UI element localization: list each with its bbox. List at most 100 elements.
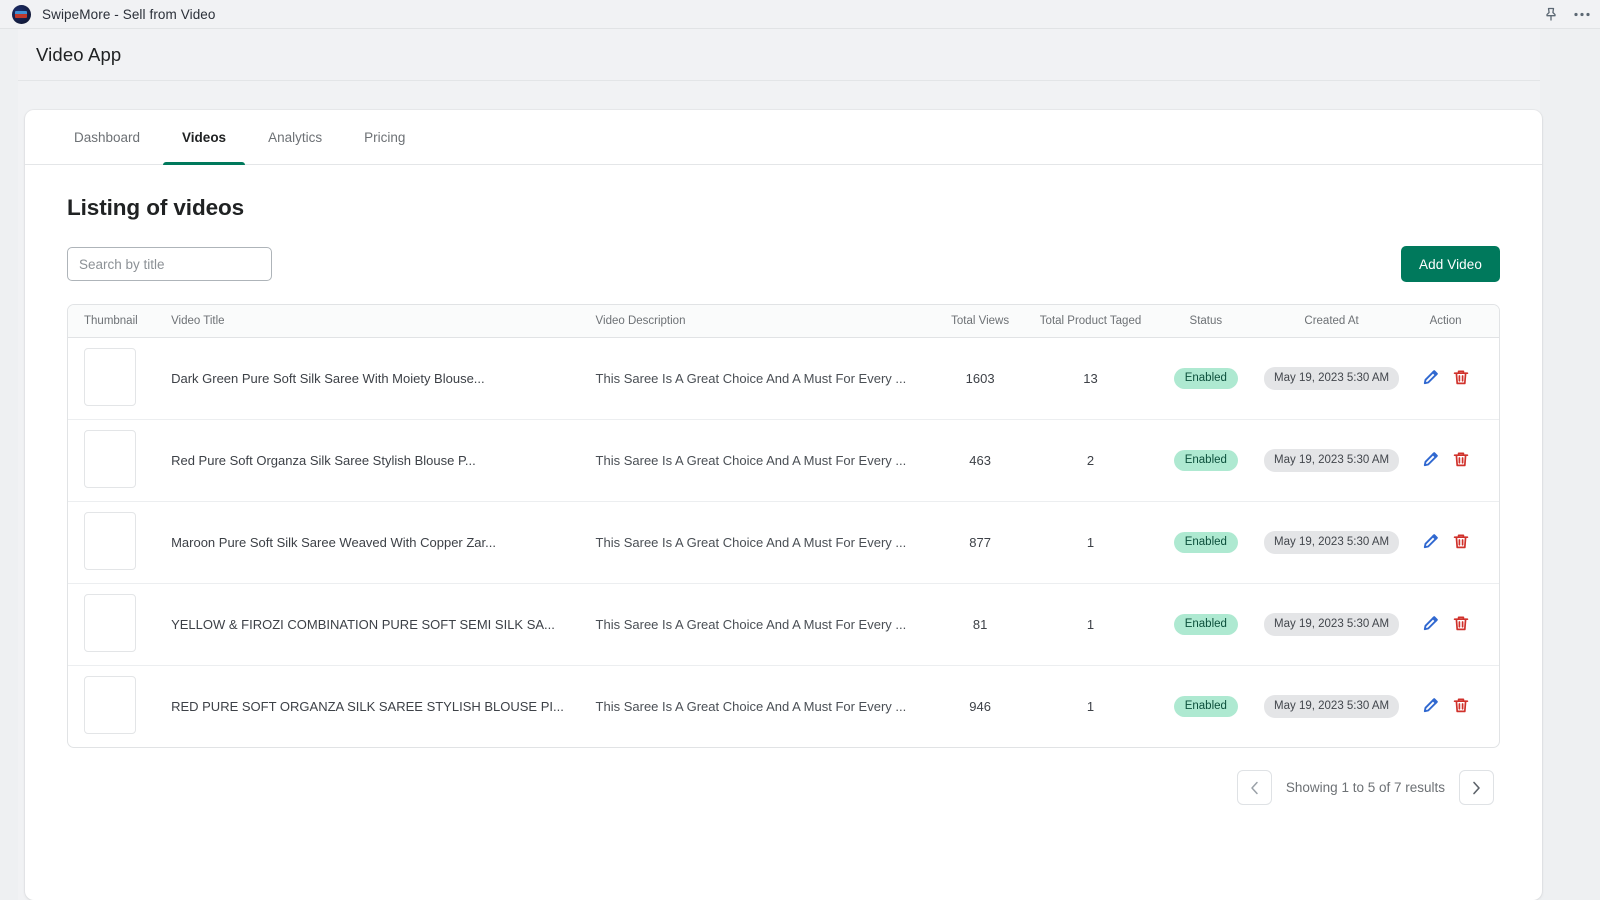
- created-at-badge: May 19, 2023 5:30 AM: [1264, 531, 1400, 554]
- video-title-text: Red Pure Soft Organza Silk Saree Stylish…: [171, 453, 476, 468]
- video-title-text: Dark Green Pure Soft Silk Saree With Moi…: [171, 371, 485, 386]
- pin-icon[interactable]: [1544, 7, 1558, 22]
- created-at-badge: May 19, 2023 5:30 AM: [1264, 449, 1400, 472]
- cell-video-description: This Saree Is A Great Choice And A Must …: [596, 584, 934, 666]
- pencil-icon[interactable]: [1422, 451, 1439, 468]
- cell-action: [1406, 666, 1499, 748]
- tab-pricing[interactable]: Pricing: [345, 110, 424, 164]
- cell-thumbnail: [68, 666, 166, 748]
- tab-analytics[interactable]: Analytics: [249, 110, 341, 164]
- window-title: SwipeMore - Sell from Video: [42, 6, 216, 22]
- column-header-status: Status: [1154, 305, 1258, 338]
- table-row[interactable]: Dark Green Pure Soft Silk Saree With Moi…: [68, 338, 1499, 420]
- created-at-badge: May 19, 2023 5:30 AM: [1264, 613, 1400, 636]
- card-body: Listing of videos Add Video Thumbnail Vi…: [25, 165, 1542, 805]
- trash-icon[interactable]: [1453, 369, 1469, 386]
- browser-app-bar: SwipeMore - Sell from Video: [0, 0, 1600, 29]
- cell-thumbnail: [68, 338, 166, 420]
- video-description-text: This Saree Is A Great Choice And A Must …: [595, 617, 907, 632]
- cell-created-at: May 19, 2023 5:30 AM: [1257, 420, 1406, 502]
- pagination: Showing 1 to 5 of 7 results: [67, 748, 1500, 805]
- page-title: Video App: [36, 43, 122, 65]
- cell-total-views: 1603: [965, 371, 995, 386]
- main-card: Dashboard Videos Analytics Pricing Listi…: [25, 110, 1542, 900]
- cell-video-description: This Saree Is A Great Choice And A Must …: [596, 666, 934, 748]
- tab-dashboard-label: Dashboard: [74, 129, 141, 145]
- trash-icon[interactable]: [1453, 451, 1469, 468]
- pencil-icon[interactable]: [1422, 697, 1439, 714]
- cell-total-product-tagged: 13: [1083, 371, 1098, 386]
- cell-created-at: May 19, 2023 5:30 AM: [1257, 584, 1406, 666]
- pencil-icon[interactable]: [1422, 615, 1439, 632]
- cell-status: Enabled: [1155, 502, 1257, 584]
- video-description-text: This Saree Is A Great Choice And A Must …: [595, 453, 907, 468]
- pencil-icon[interactable]: [1422, 369, 1439, 386]
- table-row[interactable]: RED PURE SOFT ORGANZA SILK SAREE STYLISH…: [68, 666, 1499, 748]
- table-row[interactable]: YELLOW & FIROZI COMBINATION PURE SOFT SE…: [68, 584, 1499, 666]
- cell-thumbnail: [68, 420, 166, 502]
- pencil-icon[interactable]: [1422, 533, 1439, 550]
- table-body: Dark Green Pure Soft Silk Saree With Moi…: [68, 338, 1499, 748]
- row-actions: [1422, 697, 1469, 714]
- video-description-text: This Saree Is A Great Choice And A Must …: [595, 535, 907, 550]
- tab-videos[interactable]: Videos: [163, 110, 246, 165]
- trash-icon[interactable]: [1453, 697, 1469, 714]
- cell-action: [1406, 338, 1499, 420]
- column-header-total-product-tagged: Total Product Taged: [1026, 305, 1155, 338]
- column-header-thumbnail: Thumbnail: [68, 305, 167, 338]
- status-badge: Enabled: [1173, 368, 1238, 389]
- videos-table: Thumbnail Video Title Video Description …: [68, 305, 1499, 747]
- row-actions: [1422, 615, 1469, 632]
- video-thumbnail: [84, 512, 136, 570]
- column-header-created-at: Created At: [1257, 305, 1407, 338]
- row-actions: [1422, 533, 1469, 550]
- search-input[interactable]: [67, 247, 272, 281]
- status-badge: Enabled: [1173, 696, 1238, 717]
- chevron-left-icon[interactable]: [1236, 770, 1272, 805]
- cell-video-description: This Saree Is A Great Choice And A Must …: [596, 420, 934, 502]
- cell-status: Enabled: [1155, 420, 1257, 502]
- cell-total-product-tagged: 1: [1086, 699, 1095, 714]
- cell-total-views: 946: [969, 699, 991, 714]
- cell-total-views: 877: [969, 535, 991, 550]
- chevron-right-icon[interactable]: [1459, 770, 1494, 805]
- video-thumbnail: [84, 348, 136, 406]
- created-at-badge: May 19, 2023 5:30 AM: [1264, 367, 1400, 390]
- cell-action: [1406, 420, 1499, 502]
- video-thumbnail: [84, 594, 136, 652]
- column-header-total-views: Total Views: [933, 305, 1027, 338]
- cell-video-title: YELLOW & FIROZI COMBINATION PURE SOFT SE…: [166, 584, 595, 666]
- cell-video-title: Maroon Pure Soft Silk Saree Weaved With …: [166, 502, 595, 584]
- cell-video-description: This Saree Is A Great Choice And A Must …: [596, 338, 934, 420]
- cell-total-product-tagged: 1: [1086, 617, 1095, 632]
- pagination-info: Showing 1 to 5 of 7 results: [1285, 780, 1445, 795]
- video-thumbnail: [84, 430, 136, 488]
- column-header-action: Action: [1406, 305, 1499, 338]
- cell-created-at: May 19, 2023 5:30 AM: [1257, 338, 1406, 420]
- video-title-text: YELLOW & FIROZI COMBINATION PURE SOFT SE…: [171, 617, 555, 632]
- video-title-text: RED PURE SOFT ORGANZA SILK SAREE STYLISH…: [171, 699, 564, 714]
- tab-bar: Dashboard Videos Analytics Pricing: [25, 110, 1542, 165]
- page-header: Video App: [18, 29, 1540, 81]
- videos-table-wrapper: Thumbnail Video Title Video Description …: [67, 304, 1500, 748]
- status-badge: Enabled: [1173, 450, 1238, 471]
- video-thumbnail: [84, 676, 136, 734]
- cell-thumbnail: [68, 502, 166, 584]
- page-inner: Video App Dashboard Videos Analytics Pri…: [18, 29, 1542, 900]
- trash-icon[interactable]: [1453, 615, 1469, 632]
- table-row[interactable]: Maroon Pure Soft Silk Saree Weaved With …: [68, 502, 1499, 584]
- add-video-button[interactable]: Add Video: [1401, 246, 1500, 282]
- created-at-badge: May 19, 2023 5:30 AM: [1264, 695, 1400, 718]
- status-badge: Enabled: [1173, 614, 1238, 635]
- cell-action: [1406, 584, 1499, 666]
- trash-icon[interactable]: [1453, 533, 1469, 550]
- tab-dashboard[interactable]: Dashboard: [55, 110, 159, 164]
- more-horizontal-icon[interactable]: [1574, 12, 1590, 17]
- tab-videos-label: Videos: [182, 129, 227, 145]
- row-actions: [1422, 451, 1469, 468]
- table-row[interactable]: Red Pure Soft Organza Silk Saree Stylish…: [68, 420, 1499, 502]
- table-head: Thumbnail Video Title Video Description …: [68, 305, 1499, 338]
- cell-created-at: May 19, 2023 5:30 AM: [1257, 502, 1406, 584]
- cell-created-at: May 19, 2023 5:30 AM: [1257, 666, 1406, 748]
- cell-video-title: Red Pure Soft Organza Silk Saree Stylish…: [166, 420, 595, 502]
